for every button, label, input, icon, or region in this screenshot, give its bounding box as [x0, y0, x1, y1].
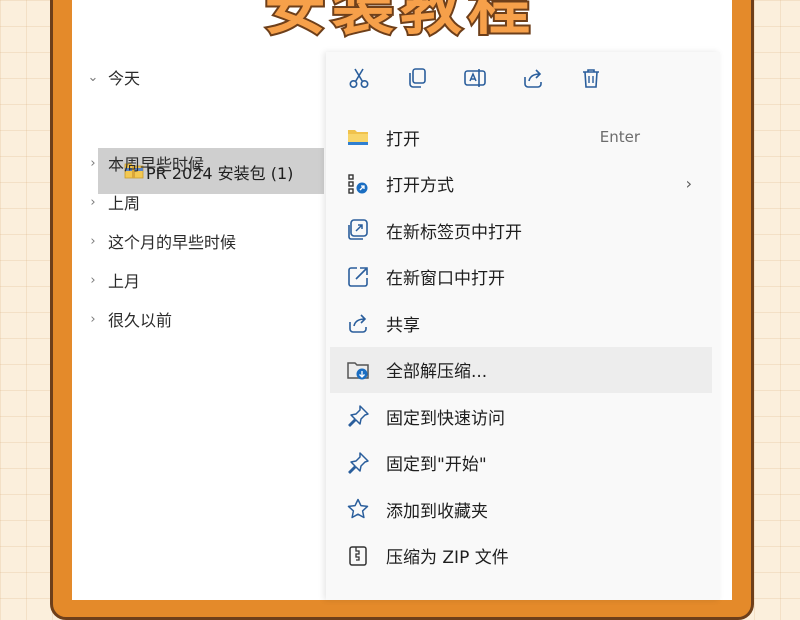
- menu-item-extract-all[interactable]: 全部解压缩...: [330, 346, 712, 393]
- menu-item-pin-quick-access[interactable]: 固定到快速访问: [326, 393, 720, 440]
- share-icon: [346, 311, 370, 335]
- open-with-icon: [346, 172, 370, 196]
- menu-item-label: 打开方式: [386, 176, 454, 197]
- context-menu-toolbar: [326, 52, 720, 104]
- trash-icon: [583, 69, 599, 88]
- menu-item-label: 在新窗口中打开: [386, 269, 505, 290]
- menu-item-open[interactable]: 打开 Enter: [326, 114, 720, 161]
- menu-item-label: 共享: [386, 315, 420, 336]
- menu-item-add-favorites[interactable]: 添加到收藏夹: [326, 486, 720, 533]
- group-label: 这个月的早些时候: [108, 233, 237, 252]
- menu-item-label: 固定到"开始": [386, 455, 487, 476]
- new-window-icon: [346, 265, 370, 289]
- rename-button[interactable]: [446, 52, 504, 104]
- star-icon: [346, 497, 370, 521]
- chevron-down-icon: ⌄: [87, 69, 99, 85]
- menu-item-compress-zip[interactable]: 压缩为 ZIP 文件: [326, 533, 720, 580]
- group-last-week[interactable]: › 上周: [86, 187, 140, 217]
- chevron-right-icon: ›: [90, 272, 96, 288]
- menu-item-label: 压缩为 ZIP 文件: [386, 548, 509, 569]
- chevron-right-icon: ›: [90, 311, 96, 327]
- group-label: 今天: [108, 69, 141, 88]
- menu-item-label: 打开: [386, 129, 420, 150]
- folder-icon: [346, 125, 370, 149]
- menu-item-label: 添加到收藏夹: [386, 501, 488, 522]
- shortcut-text: Enter: [599, 128, 640, 147]
- menu-item-label: 全部解压缩...: [386, 362, 488, 383]
- menu-item-pin-start[interactable]: 固定到"开始": [326, 440, 720, 487]
- group-today[interactable]: ⌄ 今天: [86, 62, 140, 92]
- new-tab-icon: [346, 218, 370, 242]
- group-label: 上周: [108, 194, 141, 213]
- pin-icon: [346, 451, 370, 475]
- zip-icon: [346, 544, 370, 568]
- copy-icon: [409, 68, 426, 88]
- context-menu-items: 打开 Enter 打开方式 › 在新标签页中打开 在新窗口中打开 共享 全部解压…: [326, 114, 720, 579]
- scissors-icon: [349, 68, 369, 89]
- share-button[interactable]: [504, 52, 562, 104]
- pin-icon: [346, 404, 370, 428]
- menu-item-label: 在新标签页中打开: [386, 222, 522, 243]
- chevron-right-icon: ›: [90, 233, 96, 249]
- group-last-month[interactable]: › 上月: [86, 265, 140, 295]
- group-long-ago[interactable]: › 很久以前: [86, 304, 172, 334]
- explorer-nav-pane: ⌄ 今天 PR 2024 安装包 (1) › 本周早些时候 › 上周 › 这个月…: [78, 52, 324, 600]
- delete-button[interactable]: [562, 52, 620, 104]
- menu-item-open-new-tab[interactable]: 在新标签页中打开: [326, 207, 720, 254]
- menu-item-open-new-window[interactable]: 在新窗口中打开: [326, 254, 720, 301]
- context-menu: 打开 Enter 打开方式 › 在新标签页中打开 在新窗口中打开 共享 全部解压…: [326, 52, 720, 600]
- menu-item-open-with[interactable]: 打开方式 ›: [326, 161, 720, 208]
- menu-item-label: 固定到快速访问: [386, 408, 505, 429]
- group-label: 上月: [108, 272, 141, 291]
- chevron-right-icon: ›: [90, 194, 96, 210]
- group-label: 本周早些时候: [108, 155, 205, 174]
- chevron-right-icon: ›: [685, 174, 692, 194]
- rename-icon: [464, 69, 486, 87]
- menu-item-share[interactable]: 共享: [326, 300, 720, 347]
- cut-button[interactable]: [330, 52, 388, 104]
- chevron-right-icon: ›: [90, 155, 96, 171]
- group-earlier-this-week[interactable]: › 本周早些时候: [86, 148, 204, 178]
- group-label: 很久以前: [108, 311, 173, 330]
- extract-icon: [346, 358, 370, 382]
- banner-title: 安装教程: [262, 0, 536, 45]
- share-icon: [524, 69, 542, 88]
- group-earlier-this-month[interactable]: › 这个月的早些时候: [86, 226, 236, 256]
- copy-button[interactable]: [388, 52, 446, 104]
